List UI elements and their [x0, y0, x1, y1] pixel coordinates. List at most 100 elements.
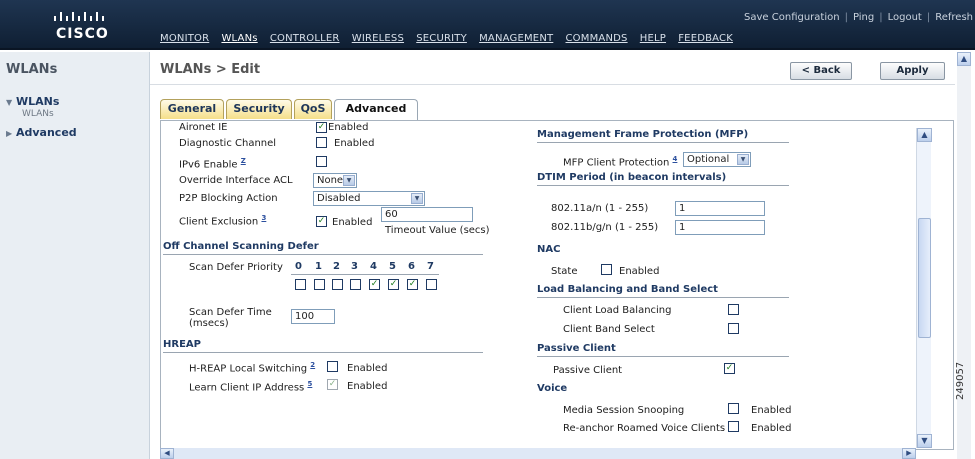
- p2p-blocking-select[interactable]: Disabled ▼: [313, 191, 425, 206]
- priority-2-checkbox[interactable]: [332, 279, 343, 290]
- dtim-b-label: 802.11b/g/n (1 - 255): [551, 222, 659, 233]
- timeout-value-label: Timeout Value (secs): [385, 225, 490, 236]
- sidebar-item-advanced-label: Advanced: [16, 126, 77, 139]
- nav-wlans[interactable]: WLANs: [221, 33, 257, 44]
- priority-7-checkbox[interactable]: [426, 279, 437, 290]
- aironet-ie-label: Aironet IE: [179, 122, 228, 133]
- diagnostic-channel-label: Diagnostic Channel: [179, 138, 277, 149]
- ipv6-enable-label: IPv6 Enable Z: [179, 157, 246, 171]
- scroll-down-icon[interactable]: ▼: [917, 434, 932, 448]
- cisco-logo: CISCO: [30, 8, 140, 44]
- priority-4-label: 4: [370, 261, 377, 272]
- ipv6-footnote-link[interactable]: Z: [241, 157, 246, 165]
- header-divider: [150, 84, 955, 85]
- override-acl-select[interactable]: None ▼: [313, 173, 357, 188]
- ipv6-enable-checkbox[interactable]: [316, 156, 327, 167]
- timeout-value-input[interactable]: 60: [381, 207, 473, 222]
- media-session-snooping-checkbox[interactable]: [728, 403, 739, 414]
- client-exclusion-footnote-link[interactable]: 3: [261, 214, 266, 222]
- priority-0-checkbox[interactable]: [295, 279, 306, 290]
- reanchor-voice-clients-checkbox[interactable]: [728, 421, 739, 432]
- cisco-bars-icon: [54, 12, 104, 21]
- scroll-thumb[interactable]: [918, 218, 931, 338]
- client-load-balancing-checkbox[interactable]: [728, 304, 739, 315]
- scan-defer-time-input[interactable]: 100: [291, 309, 335, 324]
- mfp-client-protection-label: MFP Client Protection 4: [563, 155, 678, 169]
- priority-4-checkbox[interactable]: ✓: [369, 279, 380, 290]
- mfp-client-protection-select[interactable]: Optional ▼: [683, 152, 751, 167]
- passive-client-label: Passive Client: [553, 365, 623, 376]
- nav-management[interactable]: MANAGEMENT: [479, 33, 553, 44]
- content-area: WLANs > Edit < Back Apply General Securi…: [150, 52, 975, 459]
- page-scroll-up-icon[interactable]: ▲: [957, 52, 971, 66]
- nav-help[interactable]: HELP: [640, 33, 666, 44]
- sidebar-item-advanced[interactable]: ▶ Advanced: [6, 126, 77, 139]
- save-configuration-link[interactable]: Save Configuration: [744, 12, 840, 23]
- hreap-section-title: HREAP: [163, 339, 201, 350]
- dtim-a-input[interactable]: 1: [675, 201, 765, 216]
- aironet-ie-checkbox[interactable]: ✓: [316, 122, 327, 133]
- back-button[interactable]: < Back: [790, 62, 852, 80]
- advanced-panel: Aironet IE ✓ Enabled Diagnostic Channel …: [160, 120, 954, 450]
- refresh-link[interactable]: Refresh: [935, 12, 973, 23]
- section-divider: [537, 297, 789, 298]
- priority-1-label: 1: [315, 261, 322, 272]
- tab-general[interactable]: General: [160, 99, 224, 119]
- priority-1-checkbox[interactable]: [314, 279, 325, 290]
- client-exclusion-checkbox[interactable]: ✓: [316, 216, 327, 227]
- nav-commands[interactable]: COMMANDS: [566, 33, 628, 44]
- nav-feedback[interactable]: FEEDBACK: [678, 33, 733, 44]
- apply-button[interactable]: Apply: [880, 62, 945, 80]
- reanchor-voice-clients-label: Re-anchor Roamed Voice Clients: [563, 423, 726, 434]
- tab-security[interactable]: Security: [226, 99, 292, 119]
- page-title: WLANs > Edit: [160, 62, 261, 77]
- sidebar-subitem-wlans[interactable]: WLANs: [22, 109, 54, 119]
- sidebar-title: WLANs: [6, 62, 58, 77]
- p2p-blocking-value: Disabled: [317, 193, 361, 204]
- main-nav: MONITOR WLANs CONTROLLER WIRELESS SECURI…: [160, 33, 742, 44]
- nav-wireless[interactable]: WIRELESS: [352, 33, 404, 44]
- media-session-snooping-label: Media Session Snooping: [563, 405, 685, 416]
- expanded-triangle-icon: ▼: [6, 98, 13, 107]
- nac-state-checkbox[interactable]: [601, 264, 612, 275]
- nav-controller[interactable]: CONTROLLER: [270, 33, 340, 44]
- priority-6-checkbox[interactable]: ✓: [407, 279, 418, 290]
- learn-client-ip-checkbox: ✓: [327, 379, 338, 390]
- diagnostic-channel-checkbox[interactable]: [316, 137, 327, 148]
- client-band-select-label: Client Band Select: [563, 324, 655, 335]
- scroll-left-icon[interactable]: ◀: [160, 448, 174, 459]
- section-divider: [163, 254, 483, 255]
- priority-2-label: 2: [333, 261, 340, 272]
- client-band-select-checkbox[interactable]: [728, 323, 739, 334]
- priority-5-label: 5: [389, 261, 396, 272]
- local-switching-footnote-link[interactable]: 2: [310, 361, 315, 369]
- voice-section-title: Voice: [537, 383, 568, 394]
- panel-horizontal-scrollbar[interactable]: ◀ ▶: [160, 448, 916, 459]
- nav-security[interactable]: SECURITY: [416, 33, 467, 44]
- hreap-local-switching-checkbox[interactable]: [327, 361, 338, 372]
- learn-client-ip-label: Learn Client IP Address 5: [189, 380, 313, 394]
- tab-advanced[interactable]: Advanced: [334, 99, 418, 121]
- collapsed-triangle-icon: ▶: [6, 129, 13, 138]
- client-exclusion-enabled-text: Enabled: [332, 217, 373, 228]
- dtim-b-input[interactable]: 1: [675, 220, 765, 235]
- scan-defer-time-unit: (msecs): [189, 318, 229, 329]
- scroll-up-icon[interactable]: ▲: [917, 128, 932, 142]
- passive-client-checkbox[interactable]: ✓: [724, 363, 735, 374]
- tab-qos[interactable]: QoS: [294, 99, 332, 119]
- priority-3-checkbox[interactable]: [350, 279, 361, 290]
- sidebar-item-wlans[interactable]: ▼ WLANs: [6, 95, 59, 108]
- aironet-ie-enabled-text: Enabled: [328, 122, 369, 133]
- logout-link[interactable]: Logout: [888, 12, 922, 23]
- learn-ip-footnote-link[interactable]: 5: [307, 380, 312, 388]
- mfp-footnote-link[interactable]: 4: [673, 155, 678, 163]
- scroll-right-icon[interactable]: ▶: [902, 448, 916, 459]
- section-divider: [537, 356, 789, 357]
- priority-divider: [291, 274, 439, 275]
- passive-client-section-title: Passive Client: [537, 343, 616, 354]
- ping-link[interactable]: Ping: [853, 12, 874, 23]
- nav-monitor[interactable]: MONITOR: [160, 33, 209, 44]
- priority-5-checkbox[interactable]: ✓: [388, 279, 399, 290]
- override-acl-value: None: [317, 175, 344, 186]
- panel-vertical-scrollbar[interactable]: ▲ ▼: [916, 128, 932, 448]
